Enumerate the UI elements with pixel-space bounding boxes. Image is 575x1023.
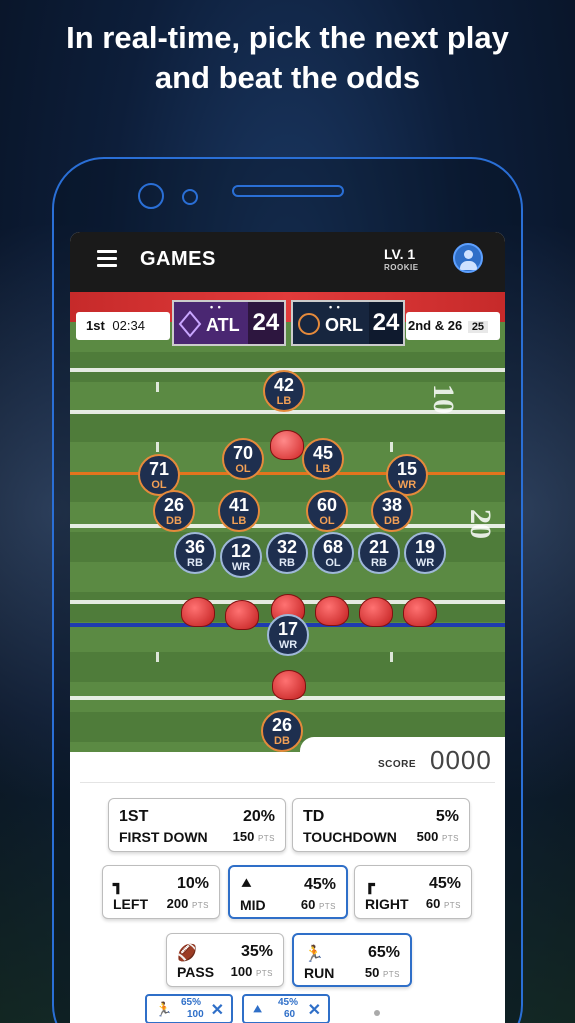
player-marker[interactable]: 38 DB [371,490,413,532]
selected-pick-chip[interactable]: ⯅ 45% 60 ✕ [242,994,330,1023]
yard-number-20: 20 [464,509,497,539]
helmet-icon [270,430,304,460]
player-marker[interactable]: 19 WR [404,532,446,574]
quarter: 1st [86,318,105,333]
first-down-icon: 1ST [119,808,149,825]
player-marker[interactable]: 26 DB [261,710,303,752]
pick-pass[interactable]: 🏈 PASS 35% 100 PTS [166,933,284,987]
promo-headline: In real-time, pick the next play and bea… [0,18,575,98]
player-marker[interactable]: 70 OL [222,438,264,480]
atl-logo-icon [178,310,202,338]
page-title: GAMES [140,248,216,270]
football-field: 10 20 1st 02:34 • • ATL 24 • • ORL 24 2n… [70,292,505,752]
away-team-score: • • ORL 24 [291,300,405,346]
player-marker[interactable]: 42 LB [263,370,305,412]
orl-logo-icon [298,313,320,335]
page-indicator-dot[interactable] [374,1010,380,1016]
speaker-grille [232,185,344,197]
helmet-icon [181,597,215,627]
pick-left[interactable]: ┓ LEFT 10% 200 PTS [102,865,220,919]
home-score: 24 [247,302,284,344]
player-marker[interactable]: 26 DB [153,490,195,532]
player-marker[interactable]: 32 RB [266,532,308,574]
pick-first-down[interactable]: 1ST FIRST DOWN 20% 150 PTS [108,798,286,852]
helmet-icon [225,600,259,630]
helmet-icon [315,596,349,626]
pick-touchdown[interactable]: TD TOUCHDOWN 5% 500 PTS [292,798,470,852]
helmet-icon [359,597,393,627]
score-label: SCORE [378,759,417,770]
headline-line-2: and beat the odds [154,60,421,95]
player-marker[interactable]: 60 OL [306,490,348,532]
divider [80,782,495,783]
yard-number-10: 10 [427,384,460,414]
player-marker[interactable]: 68 OL [312,532,354,574]
pick-mid[interactable]: ⯅ MID 45% 60 PTS [228,865,348,919]
pass-icon: 🏈 [177,945,197,962]
user-level: LV. 1 [384,246,416,262]
down: 2nd & 26 [408,318,463,333]
player-marker[interactable]: 21 RB [358,532,400,574]
run-icon: 🏃 [155,1001,173,1017]
score-value: 0000 [430,745,492,775]
left-turn-icon: ┓ [113,877,123,894]
app-header: GAMES LV. 1 ROOKIE [70,232,505,292]
camera-icon [138,183,164,209]
player-marker[interactable]: 12 WR [220,536,262,578]
selected-pick-chip[interactable]: 🏃 65% 100 ✕ [145,994,233,1023]
touchdown-icon: TD [303,808,325,825]
helmet-icon [403,597,437,627]
player-marker[interactable]: 45 LB [302,438,344,480]
home-team-score: • • ATL 24 [172,300,286,346]
app-screen: GAMES LV. 1 ROOKIE 10 20 1st 02:34 • • A… [70,232,505,1023]
up-chevron-icon: ⯅ [252,1001,264,1017]
down-distance: 2nd & 26 25 [406,312,500,340]
away-score: 24 [369,302,403,344]
up-chevron-icon: ⯅ [240,876,253,893]
player-marker[interactable]: 17 WR [267,614,309,656]
pick-run[interactable]: 🏃 RUN 65% 50 PTS [292,933,412,987]
user-avatar-icon[interactable] [453,243,483,273]
right-turn-icon: ┏ [365,877,375,894]
sensor-icon [182,189,198,205]
yard-line: 25 [467,321,489,333]
headline-line-1: In real-time, pick the next play [66,20,509,55]
player-marker[interactable]: 36 RB [174,532,216,574]
clock: 02:34 [112,318,145,333]
run-icon: 🏃 [304,946,324,963]
remove-pick-icon[interactable]: ✕ [308,1000,321,1020]
helmet-icon [272,670,306,700]
game-clock: 1st 02:34 [76,312,170,340]
user-rank: ROOKIE [384,263,419,272]
player-marker[interactable]: 41 LB [218,490,260,532]
remove-pick-icon[interactable]: ✕ [211,1000,224,1020]
hamburger-menu-icon[interactable] [97,250,117,267]
pick-right[interactable]: ┏ RIGHT 45% 60 PTS [354,865,472,919]
